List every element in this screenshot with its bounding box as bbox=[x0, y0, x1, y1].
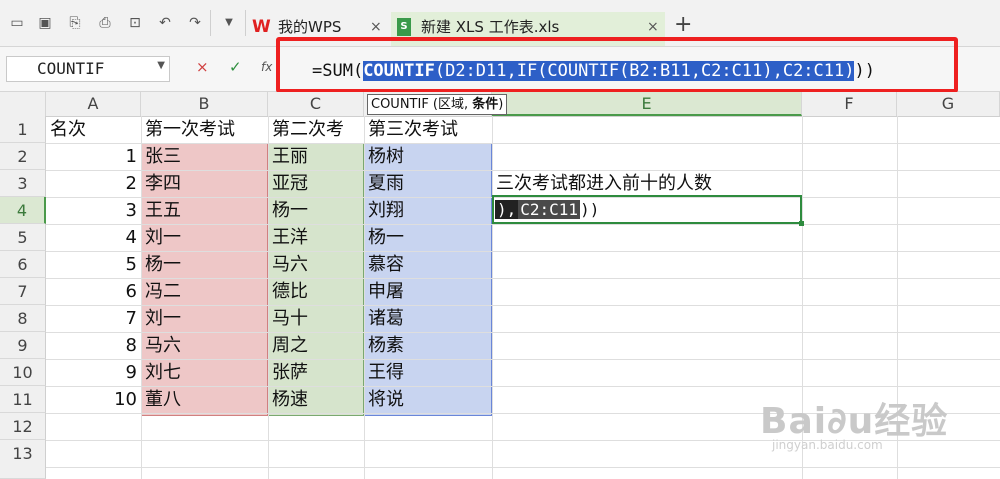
cell-c10[interactable]: 张萨 bbox=[268, 359, 364, 386]
cell-a1[interactable]: 名次 bbox=[46, 116, 141, 143]
confirm-formula-icon[interactable]: ✓ bbox=[229, 58, 242, 76]
row-header-8[interactable]: 8 bbox=[0, 305, 46, 332]
cell-d10[interactable]: 王得 bbox=[364, 359, 492, 386]
cell-c11[interactable]: 杨速 bbox=[268, 386, 364, 413]
cell-d2[interactable]: 杨树 bbox=[364, 143, 492, 170]
row-header-1[interactable]: 1 bbox=[0, 116, 46, 143]
new-tab-button[interactable]: + bbox=[674, 14, 692, 36]
name-box[interactable]: COUNTIF ▼ bbox=[6, 56, 170, 82]
cell-c5[interactable]: 王洋 bbox=[268, 224, 364, 251]
export-pdf-icon[interactable]: ⎘ bbox=[66, 14, 84, 32]
row-header-7[interactable]: 7 bbox=[0, 278, 46, 305]
cell-d4[interactable]: 刘翔 bbox=[364, 197, 492, 224]
undo-icon[interactable]: ↶ bbox=[156, 14, 174, 32]
cell-d6[interactable]: 慕容 bbox=[364, 251, 492, 278]
column-header-b[interactable]: B bbox=[141, 92, 268, 116]
row-header-9[interactable]: 9 bbox=[0, 332, 46, 359]
column-header-c[interactable]: C bbox=[268, 92, 364, 116]
cell-a8[interactable]: 7 bbox=[46, 305, 141, 332]
row-header-13[interactable]: 13 bbox=[0, 440, 46, 479]
cell-c7[interactable]: 德比 bbox=[268, 278, 364, 305]
row-header-10[interactable]: 10 bbox=[0, 359, 46, 386]
cell-b3[interactable]: 李四 bbox=[141, 170, 268, 197]
cell-b1[interactable]: 第一次考试 bbox=[141, 116, 268, 143]
editing-text-end: )) bbox=[580, 200, 600, 219]
cell-d9[interactable]: 杨素 bbox=[364, 332, 492, 359]
function-tooltip: COUNTIF (区域, 条件) bbox=[367, 94, 508, 115]
cell-a6[interactable]: 5 bbox=[46, 251, 141, 278]
row-header-4[interactable]: 4 bbox=[0, 197, 46, 224]
toolbar-divider bbox=[210, 10, 211, 36]
chevron-down-icon[interactable]: ▼ bbox=[157, 60, 165, 71]
cell-b10[interactable]: 刘七 bbox=[141, 359, 268, 386]
print-icon[interactable]: ⎙ bbox=[96, 14, 114, 32]
cell-c2[interactable]: 王丽 bbox=[268, 143, 364, 170]
cell-b9[interactable]: 马六 bbox=[141, 332, 268, 359]
tooltip-text: COUNTIF (区域, bbox=[371, 97, 473, 112]
cell-c9[interactable]: 周之 bbox=[268, 332, 364, 359]
cell-a4[interactable]: 3 bbox=[46, 197, 141, 224]
cell-c3[interactable]: 亚冠 bbox=[268, 170, 364, 197]
editing-text-part: ), bbox=[495, 200, 519, 219]
cell-b8[interactable]: 刘一 bbox=[141, 305, 268, 332]
cell-a7[interactable]: 6 bbox=[46, 278, 141, 305]
cell-a5[interactable]: 4 bbox=[46, 224, 141, 251]
column-header-f[interactable]: F bbox=[802, 92, 897, 116]
cell-a9[interactable]: 8 bbox=[46, 332, 141, 359]
row-header-5[interactable]: 5 bbox=[0, 224, 46, 251]
watermark-url: jingyan.baidu.com bbox=[772, 438, 883, 452]
cell-b11[interactable]: 董八 bbox=[141, 386, 268, 413]
save-icon[interactable]: ▣ bbox=[36, 14, 54, 32]
row-header-6[interactable]: 6 bbox=[0, 251, 46, 278]
more-dropdown-icon[interactable]: ▼ bbox=[220, 14, 238, 32]
name-box-value: COUNTIF bbox=[37, 59, 105, 78]
cell-e3[interactable]: 三次考试都进入前十的人数 bbox=[492, 170, 802, 197]
tooltip-close: ) bbox=[498, 97, 504, 112]
cell-a2[interactable]: 1 bbox=[46, 143, 141, 170]
row-header-12[interactable]: 12 bbox=[0, 413, 46, 440]
cell-c8[interactable]: 马十 bbox=[268, 305, 364, 332]
editing-range-token: C2:C11 bbox=[518, 200, 581, 219]
row-header-2[interactable]: 2 bbox=[0, 143, 46, 170]
cell-a3[interactable]: 2 bbox=[46, 170, 141, 197]
row-header-11[interactable]: 11 bbox=[0, 386, 46, 413]
tooltip-bold-arg: 条件 bbox=[472, 97, 499, 112]
cell-b6[interactable]: 杨一 bbox=[141, 251, 268, 278]
cancel-formula-icon[interactable]: × bbox=[196, 58, 209, 76]
row-header-3[interactable]: 3 bbox=[0, 170, 46, 197]
cell-c4[interactable]: 杨一 bbox=[268, 197, 364, 224]
formula-highlight-box bbox=[276, 37, 958, 93]
insert-function-icon[interactable]: fx bbox=[261, 60, 272, 74]
cell-b7[interactable]: 冯二 bbox=[141, 278, 268, 305]
column-header-g[interactable]: G bbox=[897, 92, 1000, 116]
cell-a10[interactable]: 9 bbox=[46, 359, 141, 386]
cell-d5[interactable]: 杨一 bbox=[364, 224, 492, 251]
cell-d8[interactable]: 诸葛 bbox=[364, 305, 492, 332]
column-header-a[interactable]: A bbox=[46, 92, 141, 116]
cell-d7[interactable]: 申屠 bbox=[364, 278, 492, 305]
cell-b5[interactable]: 刘一 bbox=[141, 224, 268, 251]
fill-handle[interactable] bbox=[799, 221, 804, 226]
wps-logo-icon: W bbox=[252, 17, 271, 37]
cell-d3[interactable]: 夏雨 bbox=[364, 170, 492, 197]
cell-d1[interactable]: 第三次考试 bbox=[364, 116, 492, 143]
open-folder-icon[interactable]: ▭ bbox=[8, 14, 26, 32]
cell-b4[interactable]: 王五 bbox=[141, 197, 268, 224]
cell-a11[interactable]: 10 bbox=[46, 386, 141, 413]
toolbar-divider bbox=[245, 10, 246, 36]
redo-icon[interactable]: ↷ bbox=[186, 14, 204, 32]
column-header-e[interactable]: E bbox=[492, 92, 802, 116]
baidu-watermark: Bai∂u经验 bbox=[760, 401, 949, 442]
cell-e4-editing[interactable]: ), C2:C11)) bbox=[495, 198, 599, 222]
cell-b2[interactable]: 张三 bbox=[141, 143, 268, 170]
select-all-corner[interactable] bbox=[0, 92, 46, 116]
cell-d11[interactable]: 将说 bbox=[364, 386, 492, 413]
cell-c6[interactable]: 马六 bbox=[268, 251, 364, 278]
print-preview-icon[interactable]: ⊡ bbox=[126, 14, 144, 32]
cell-c1[interactable]: 第二次考 bbox=[268, 116, 364, 143]
spreadsheet-icon: S bbox=[397, 18, 411, 36]
grid-line bbox=[46, 467, 1000, 468]
